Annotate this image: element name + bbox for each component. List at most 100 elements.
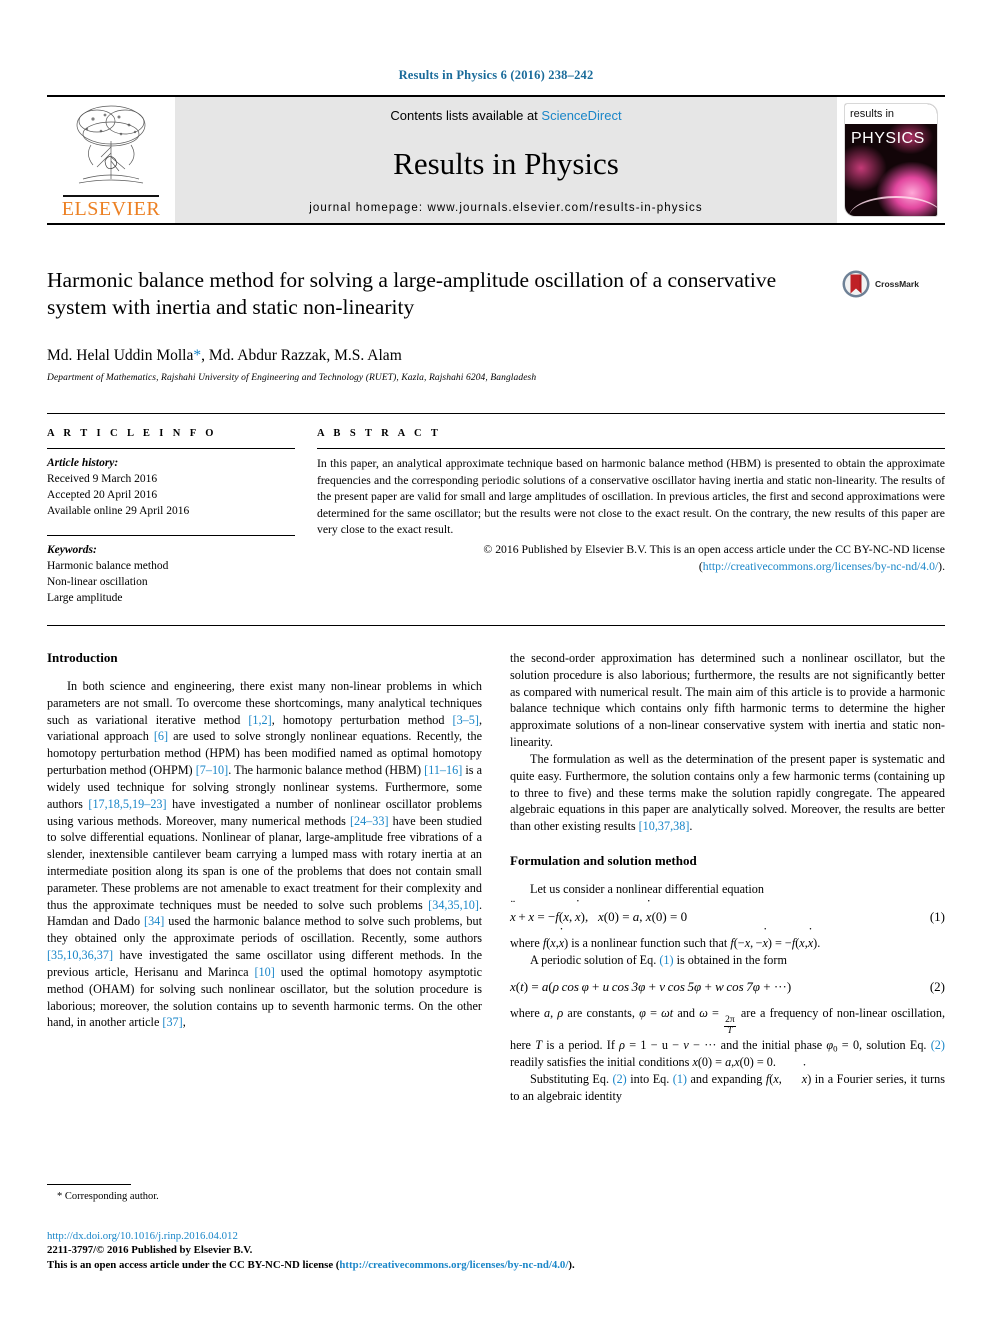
license-prefix: This is an open access article under the… bbox=[47, 1258, 340, 1271]
text-run: The formulation as well as the determina… bbox=[510, 751, 945, 834]
text-run: . bbox=[689, 819, 693, 834]
article-history-label: Article history: bbox=[47, 457, 119, 469]
journal-banner: Contents lists available at ScienceDirec… bbox=[175, 97, 837, 223]
citation-ref[interactable]: [37] bbox=[162, 1015, 182, 1029]
substituting-text: Substituting Eq. (2) into Eq. (1) and ex… bbox=[510, 1071, 945, 1105]
footnote-label: Corresponding author. bbox=[64, 1191, 159, 1202]
math-inline: f(x,x) bbox=[766, 1072, 811, 1086]
after-equation-1-text: where f(x,x) is a nonlinear function suc… bbox=[510, 935, 945, 952]
equation-2-number: (2) bbox=[929, 979, 945, 995]
elsevier-logo: ELSEVIER bbox=[47, 97, 175, 223]
citation-ref[interactable]: [3–5] bbox=[453, 713, 479, 727]
page-footer: http://dx.doi.org/10.1016/j.rinp.2016.04… bbox=[47, 1229, 947, 1272]
citation-ref[interactable]: [34,35,10] bbox=[428, 898, 479, 912]
equation-ref[interactable]: (2) bbox=[931, 1038, 945, 1052]
sciencedirect-link[interactable]: ScienceDirect bbox=[541, 108, 621, 123]
divider bbox=[47, 535, 295, 537]
right-paragraph-1: the second-order approximation has deter… bbox=[510, 650, 945, 750]
equation-1-number: (1) bbox=[929, 908, 945, 924]
running-head: Results in Physics 6 (2016) 238–242 bbox=[398, 68, 594, 82]
abstract-column: A B S T R A C T In this paper, an analyt… bbox=[317, 428, 945, 607]
citation-ref[interactable]: [24–33] bbox=[350, 814, 389, 828]
equation-2-body: x(t) = a(ρ cos φ + u cos 3φ + ν cos 5φ +… bbox=[510, 979, 792, 995]
author-rest: , Md. Abdur Razzak, M.S. Alam bbox=[201, 347, 402, 364]
doi-link[interactable]: http://dx.doi.org/10.1016/j.rinp.2016.04… bbox=[47, 1229, 947, 1243]
math-inline: T bbox=[535, 1037, 543, 1052]
formulation-intro: Let us consider a nonlinear differential… bbox=[530, 881, 764, 896]
citation-ref[interactable]: [10,37,38] bbox=[639, 819, 690, 833]
license-line: This is an open access article under the… bbox=[47, 1258, 947, 1272]
text-run: Substituting Eq. bbox=[530, 1072, 613, 1087]
keyword-item: Large amplitude bbox=[47, 592, 123, 605]
footnote-rule bbox=[47, 1184, 131, 1185]
cc-license-link[interactable]: http://creativecommons.org/licenses/by-n… bbox=[703, 560, 938, 573]
elsevier-tree-icon bbox=[76, 105, 146, 184]
math-inline: f(−x, −x) = −f(x,x) bbox=[730, 936, 817, 950]
cover-physics-label: PHYSICS bbox=[851, 130, 925, 147]
citation-ref[interactable]: [10] bbox=[254, 965, 274, 979]
history-item: Available online 29 April 2016 bbox=[47, 504, 190, 517]
journal-homepage[interactable]: journal homepage: www.journals.elsevier.… bbox=[309, 202, 703, 214]
footer-cc-link[interactable]: http://creativecommons.org/licenses/by-n… bbox=[339, 1259, 568, 1271]
citation-ref[interactable]: [1,2] bbox=[248, 713, 271, 727]
history-item: Received 9 March 2016 bbox=[47, 472, 158, 485]
math-inline: x(0) = a,x(0) = 0 bbox=[692, 1055, 772, 1069]
text-run: , homotopy perturbation method bbox=[271, 712, 453, 727]
article-info-column: A R T I C L E I N F O Article history: R… bbox=[47, 428, 295, 607]
article-history: Article history: Received 9 March 2016 A… bbox=[47, 456, 295, 519]
section-heading-introduction: Introduction bbox=[47, 649, 118, 665]
text-run: and the initial phase bbox=[716, 1037, 827, 1052]
text-run: . bbox=[817, 935, 821, 950]
cover-strip-label: results in bbox=[845, 104, 937, 124]
equation-1-body: x + x = −f(x, x), x(0) = a, x(0) = 0 bbox=[510, 909, 922, 925]
copyright-suffix: ). bbox=[938, 559, 945, 573]
math-inline: (x,x) bbox=[546, 936, 568, 950]
text-run: are constants, bbox=[563, 1006, 640, 1021]
divider bbox=[317, 448, 945, 449]
article-info-heading: A R T I C L E I N F O bbox=[47, 428, 217, 439]
journal-masthead: ELSEVIER Contents lists available at Sci… bbox=[47, 95, 945, 225]
text-run: and expanding bbox=[687, 1072, 766, 1087]
journal-title: Results in Physics bbox=[393, 146, 619, 181]
equation-ref[interactable]: (1) bbox=[673, 1072, 687, 1086]
keyword-item: Non-linear oscillation bbox=[47, 576, 148, 589]
abstract-text: In this paper, an analytical approximate… bbox=[317, 457, 945, 537]
citation-ref[interactable]: [17,18,5,19–23] bbox=[88, 797, 166, 811]
author-primary: Md. Helal Uddin Molla bbox=[47, 347, 194, 364]
crossmark-badge[interactable]: CrossMark bbox=[841, 269, 945, 299]
text-run: readily satisfies the initial conditions bbox=[510, 1055, 693, 1070]
periodic-solution-text: A periodic solution of Eq. (1) is obtain… bbox=[510, 952, 945, 969]
license-suffix: ). bbox=[568, 1258, 575, 1271]
affiliation: Department of Mathematics, Rajshahi Univ… bbox=[47, 373, 537, 383]
equation-ref[interactable]: (1) bbox=[659, 953, 673, 967]
author-list: Md. Helal Uddin Molla*, Md. Abdur Razzak… bbox=[47, 347, 945, 365]
text-run: have been studied to solve differential … bbox=[47, 813, 482, 912]
citation-ref[interactable]: [6] bbox=[154, 729, 168, 743]
text-run: is a period. If bbox=[542, 1037, 620, 1052]
section-heading-formulation: Formulation and solution method bbox=[510, 852, 697, 868]
equation-2: x(t) = a(ρ cos φ + u cos 3φ + ν cos 5φ +… bbox=[510, 979, 945, 995]
page-title: Harmonic balance method for solving a la… bbox=[47, 268, 777, 320]
math-inline: ω = 2π T bbox=[699, 1006, 736, 1036]
intro-paragraph: In both science and engineering, there e… bbox=[47, 678, 482, 1031]
corresponding-author-marker: * bbox=[193, 347, 202, 364]
citation-ref[interactable]: [35,10,36,37] bbox=[47, 948, 113, 962]
text-run: and bbox=[673, 1006, 700, 1021]
citation-ref[interactable]: [34] bbox=[144, 914, 164, 928]
elsevier-rule bbox=[63, 195, 159, 197]
text-run: where bbox=[510, 1006, 544, 1021]
text-run: into Eq. bbox=[626, 1072, 673, 1087]
history-item: Accepted 20 April 2016 bbox=[47, 488, 158, 501]
info-abstract-block: A R T I C L E I N F O Article history: R… bbox=[47, 413, 945, 626]
math-inline: a bbox=[543, 1006, 551, 1021]
citation-ref[interactable]: [7–10] bbox=[196, 763, 229, 777]
crossmark-icon bbox=[842, 270, 870, 298]
equation-ref[interactable]: (2) bbox=[613, 1072, 627, 1086]
math-inline: ρ = 1 − u − ν − ··· bbox=[619, 1037, 717, 1052]
contents-prefix: Contents lists available at bbox=[390, 108, 542, 123]
contents-line: Contents lists available at ScienceDirec… bbox=[390, 108, 621, 123]
journal-cover-block: results in PHYSICS bbox=[837, 97, 945, 223]
math-inline: φ = ωt bbox=[639, 1006, 674, 1021]
corresponding-author-footnote: * Corresponding author. bbox=[47, 1184, 482, 1202]
citation-ref[interactable]: [11–16] bbox=[424, 763, 462, 777]
